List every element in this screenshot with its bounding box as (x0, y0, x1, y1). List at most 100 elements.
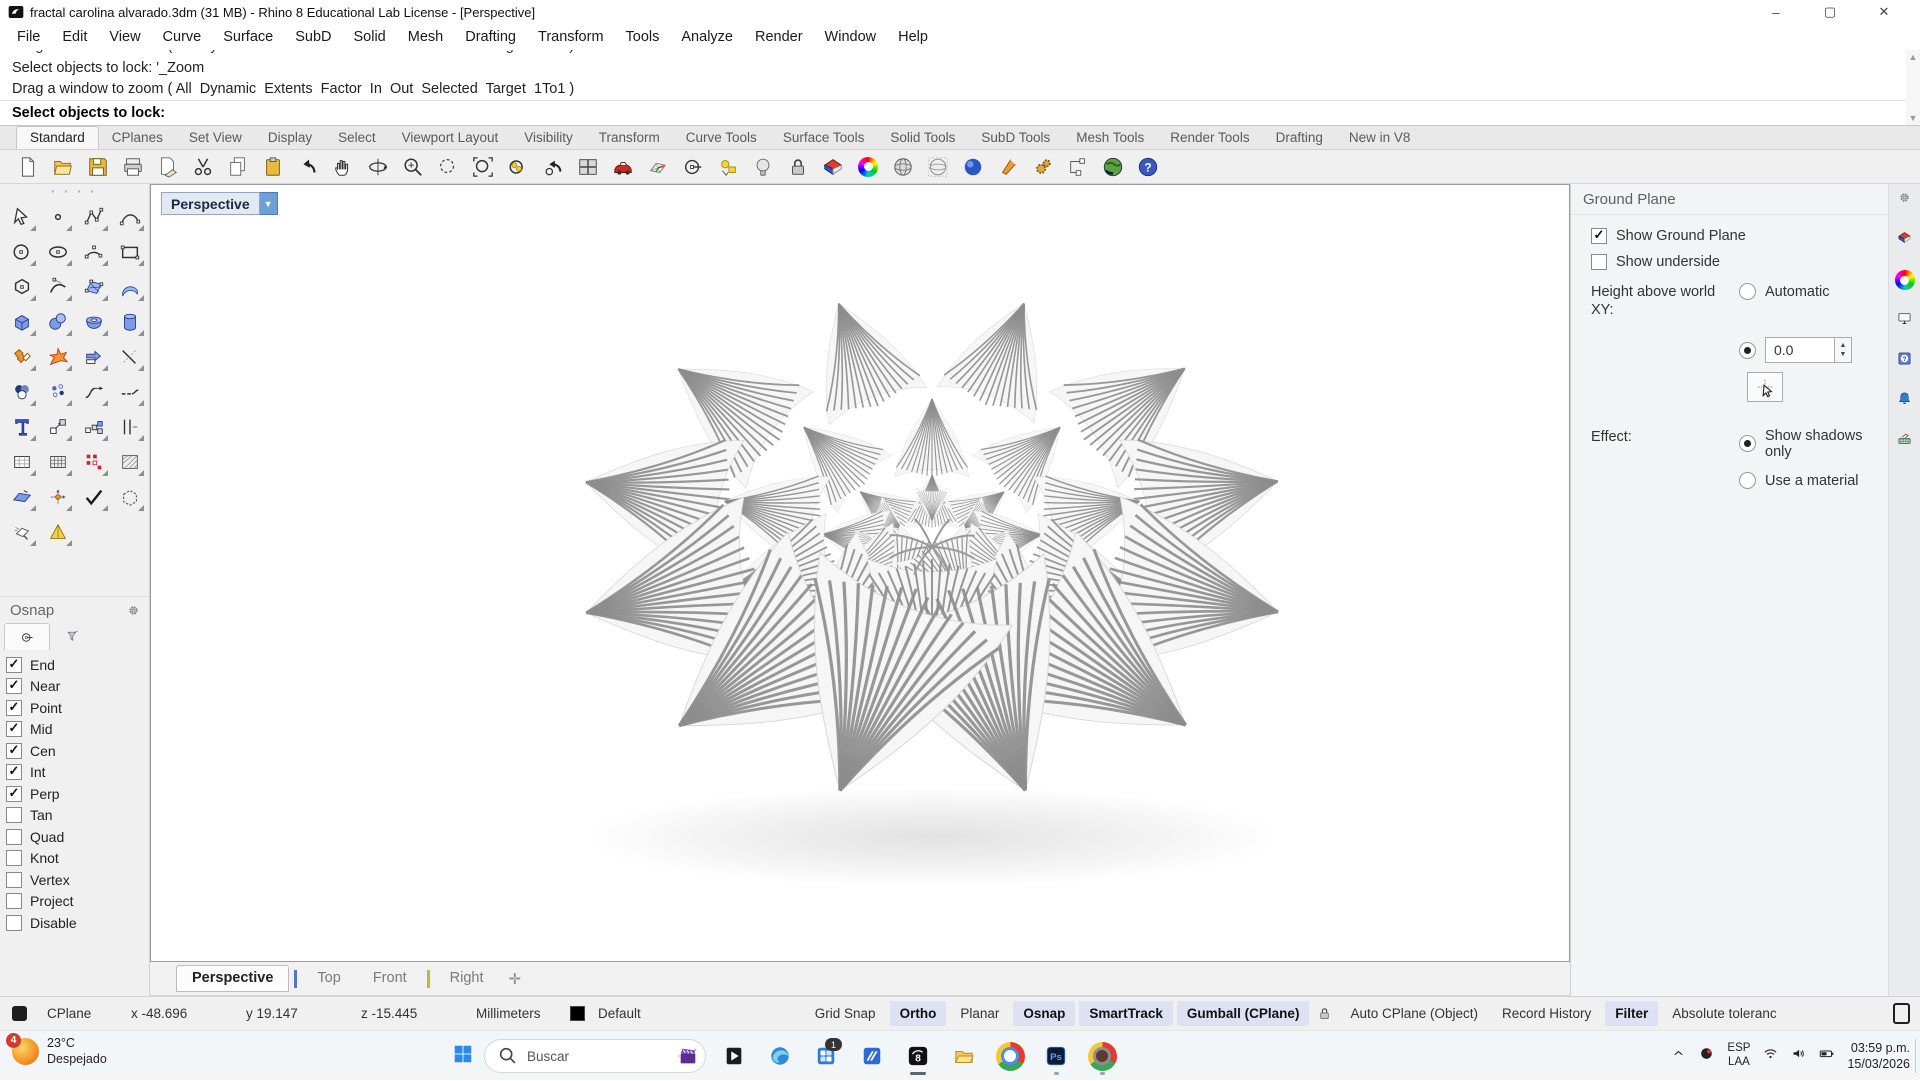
status-toggle-grid-snap[interactable]: Grid Snap (805, 1001, 886, 1026)
ribbon-tab-cplanes[interactable]: CPlanes (99, 127, 176, 149)
tool-array-button[interactable] (76, 409, 111, 444)
minimize-button[interactable]: – (1766, 5, 1786, 20)
checkbox-knot[interactable] (6, 850, 22, 866)
lock-icon[interactable] (1317, 1006, 1332, 1021)
status-toggle-absolute-toleranc[interactable]: Absolute toleranc (1662, 1001, 1786, 1026)
osnap-tab-osnap-target[interactable] (4, 623, 50, 650)
menu-surface[interactable]: Surface (212, 27, 284, 47)
options-button[interactable] (1029, 153, 1057, 181)
osnap-option-disable[interactable]: Disable (6, 912, 149, 934)
command-history-line2[interactable]: Drag a window to zoom ( All Dynamic Exte… (0, 79, 1920, 100)
osnap-option-mid[interactable]: Mid (6, 719, 149, 741)
tool-flip-button[interactable] (76, 339, 111, 374)
checkbox-disable[interactable] (6, 915, 22, 931)
checkbox-vertex[interactable] (6, 872, 22, 888)
new-file-button[interactable] (14, 153, 42, 181)
checkbox-mid[interactable] (6, 721, 22, 737)
history-button[interactable] (1064, 153, 1092, 181)
tool-torus-button[interactable] (76, 304, 111, 339)
osnap-option-int[interactable]: Int (6, 762, 149, 784)
menu-subd[interactable]: SubD (284, 27, 342, 47)
tool-text-button[interactable] (4, 409, 39, 444)
undo-view-button[interactable] (539, 153, 567, 181)
monitor-strip-button[interactable] (1897, 311, 1912, 330)
ribbon-tab-subd-tools[interactable]: SubD Tools (968, 127, 1063, 149)
taskbar-app-dark-app[interactable] (716, 1036, 752, 1076)
tool-block-button[interactable] (4, 444, 39, 479)
units-label[interactable]: Millimeters (470, 1006, 570, 1021)
tool-mesh-button[interactable] (40, 444, 75, 479)
cut-button[interactable] (189, 153, 217, 181)
viewport-layout-button[interactable] (574, 153, 602, 181)
ribbon-tab-set-view[interactable]: Set View (176, 127, 255, 149)
status-toggle-ortho[interactable]: Ortho (890, 1001, 947, 1026)
use-material-radio[interactable] (1739, 472, 1756, 489)
tool-check-button[interactable] (76, 479, 111, 514)
open-file-button[interactable] (49, 153, 77, 181)
osnap-option-knot[interactable]: Knot (6, 848, 149, 870)
close-button[interactable]: ✕ (1874, 4, 1894, 20)
tool-blend-button[interactable] (4, 374, 39, 409)
ribbon-tab-solid-tools[interactable]: Solid Tools (877, 127, 968, 149)
command-area[interactable]: Drag a window to zoom ( All Dynamic Exte… (0, 50, 1920, 126)
checkbox-quad[interactable] (6, 829, 22, 845)
rotate-view-button[interactable] (364, 153, 392, 181)
tool-curve-control-button[interactable] (112, 199, 147, 234)
tool-blend-curve-button[interactable] (76, 374, 111, 409)
ribbon-tab-transform[interactable]: Transform (586, 127, 673, 149)
show-shadows-radio[interactable] (1739, 435, 1756, 452)
help-button[interactable]: ? (1134, 153, 1162, 181)
checkbox-near[interactable] (6, 678, 22, 694)
menu-drafting[interactable]: Drafting (454, 27, 527, 47)
taskbar-app-file-explorer[interactable] (946, 1036, 982, 1076)
menu-help[interactable]: Help (887, 27, 939, 47)
osnap-option-end[interactable]: End (6, 654, 149, 676)
checkbox-int[interactable] (6, 764, 22, 780)
tool-polygon-button[interactable] (4, 269, 39, 304)
menu-analyze[interactable]: Analyze (670, 27, 744, 47)
print-button[interactable] (119, 153, 147, 181)
command-scrollbar[interactable]: ▲▼ (1906, 50, 1920, 125)
save-button[interactable] (84, 153, 112, 181)
height-input[interactable]: 0.0 ▲▼ (1765, 337, 1852, 363)
ribbon-tab-curve-tools[interactable]: Curve Tools (673, 127, 770, 149)
maximize-button[interactable]: ▢ (1820, 4, 1840, 20)
tool-sphere-button[interactable] (40, 304, 75, 339)
tool-ellipse-button[interactable] (40, 234, 75, 269)
tool-gumball-button[interactable] (40, 479, 75, 514)
taskbar-app-widgets[interactable]: 1 (808, 1036, 844, 1076)
tool-move-button[interactable] (40, 409, 75, 444)
checkbox-tan[interactable] (6, 807, 22, 823)
render-strip-button[interactable] (1897, 230, 1912, 249)
clock[interactable]: 03:59 p.m.15/03/2026 (1847, 1040, 1910, 1073)
tool-rectangle-button[interactable] (112, 234, 147, 269)
taskbar-app-rhino[interactable]: 8 (900, 1036, 936, 1076)
status-toggle-filter[interactable]: Filter (1605, 1001, 1658, 1026)
viewport-title-tab[interactable]: Perspective ▼ (161, 192, 278, 215)
ribbon-tab-render-tools[interactable]: Render Tools (1157, 127, 1262, 149)
ribbon-tab-viewport-layout[interactable]: Viewport Layout (389, 127, 512, 149)
volume-icon[interactable] (1791, 1046, 1806, 1066)
palette-grip[interactable]: ▪ ▪ ▪ ▪ (0, 184, 149, 199)
status-toggle-osnap[interactable]: Osnap (1013, 1001, 1075, 1026)
tool-curve-handle-button[interactable] (40, 269, 75, 304)
rendered-button[interactable] (959, 153, 987, 181)
battery-icon[interactable] (1819, 1046, 1834, 1066)
export-button[interactable] (154, 153, 182, 181)
status-toggle-record-history[interactable]: Record History (1492, 1001, 1601, 1026)
viewport-tab-front[interactable]: Front (358, 966, 422, 991)
earth-button[interactable] (1099, 153, 1127, 181)
tool-curve-interpolate-button[interactable] (76, 199, 111, 234)
tool-spray-button[interactable] (4, 514, 39, 549)
menu-file[interactable]: File (6, 27, 51, 47)
osnap-option-perp[interactable]: Perp (6, 783, 149, 805)
add-viewport-tab-button[interactable]: ✛ (509, 970, 522, 988)
tool-trim-button[interactable] (112, 339, 147, 374)
spinner-arrows[interactable]: ▲▼ (1835, 337, 1852, 363)
command-prompt-input[interactable]: Select objects to lock: (0, 100, 1920, 125)
automatic-radio[interactable] (1739, 283, 1756, 300)
tool-arc-button[interactable] (76, 234, 111, 269)
cplane-button[interactable] (644, 153, 672, 181)
tool-array-polar-button[interactable] (76, 444, 111, 479)
tray-expand-button[interactable] (1671, 1046, 1686, 1066)
